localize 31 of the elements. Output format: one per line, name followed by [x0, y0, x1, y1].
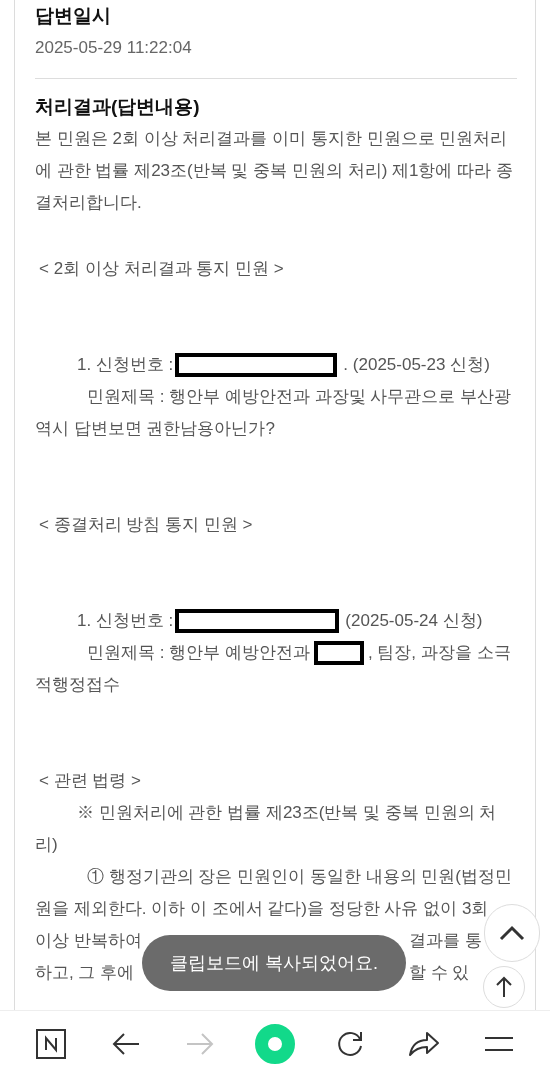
share-icon [408, 1030, 441, 1058]
answer-date: 2025-05-29 11:22:04 [35, 37, 193, 59]
redaction-box [313, 641, 364, 665]
request-date: (2025-05-24 신청) [345, 610, 483, 632]
section-heading: < 관련 법령 > [38, 770, 143, 792]
law-clause-fragment: 이상 반복하여 [35, 930, 142, 952]
back-arrow-icon [111, 1032, 140, 1056]
law-clause: ① 행정기관의 장은 민원인이 동일한 내용의 민원(법정민원을 제외한다. 이하 이 조에서 같다)을 정당한 사유 없이 3회 [35, 866, 513, 920]
arrow-up-icon [495, 976, 513, 998]
law-title: ※ 민원처리에 관한 법률 제23조(반복 및 중복 민원의 처리) [35, 802, 498, 856]
law-clause-fragment: 할 수 있 [409, 962, 470, 984]
toast-message: 클립보드에 복사되었어요. [142, 935, 406, 991]
complaint-title: , 팀장, 과장을 소극 [367, 642, 511, 664]
section-label: 답변일시 [35, 4, 112, 28]
request-number-label: 1. 신청번호 : [77, 354, 174, 376]
complaint-title: 적행정접수 [35, 675, 120, 694]
section-label: 처리결과(답변내용) [35, 95, 201, 119]
paragraph: 본 민원은 2회 이상 처리결과를 이미 통지한 민원으로 민원처리에 관한 법률 제23조(반복 및 중복 민원의 처리) 제1항에 따라 종결처리합니다. [35, 128, 514, 214]
section-heading: < 종결처리 방침 통지 민원 > [38, 514, 254, 536]
law-clause-fragment: 결과를 통 [409, 930, 482, 952]
section-heading: < 2회 이상 처리결과 통지 민원 > [38, 258, 285, 280]
forward-arrow-icon [186, 1032, 215, 1056]
ring-icon [254, 1024, 295, 1064]
law-clause-fragment: 하고, 그 후에 [35, 962, 135, 984]
request-date: . (2025-05-23 신청) [343, 354, 490, 376]
chevron-up-icon [499, 925, 525, 941]
request-number-label: 1. 신청번호 : [77, 610, 174, 632]
complaint-title: 민원제목 : 행안부 예방안전과 [87, 642, 310, 664]
complaint-title: 민원제목 : 행안부 예방안전과 과장및 사무관으로 부산광역시 답변보면 권한남용아닌가? [35, 386, 513, 440]
n-box-icon [36, 1029, 67, 1059]
menu-icon [483, 1035, 514, 1053]
